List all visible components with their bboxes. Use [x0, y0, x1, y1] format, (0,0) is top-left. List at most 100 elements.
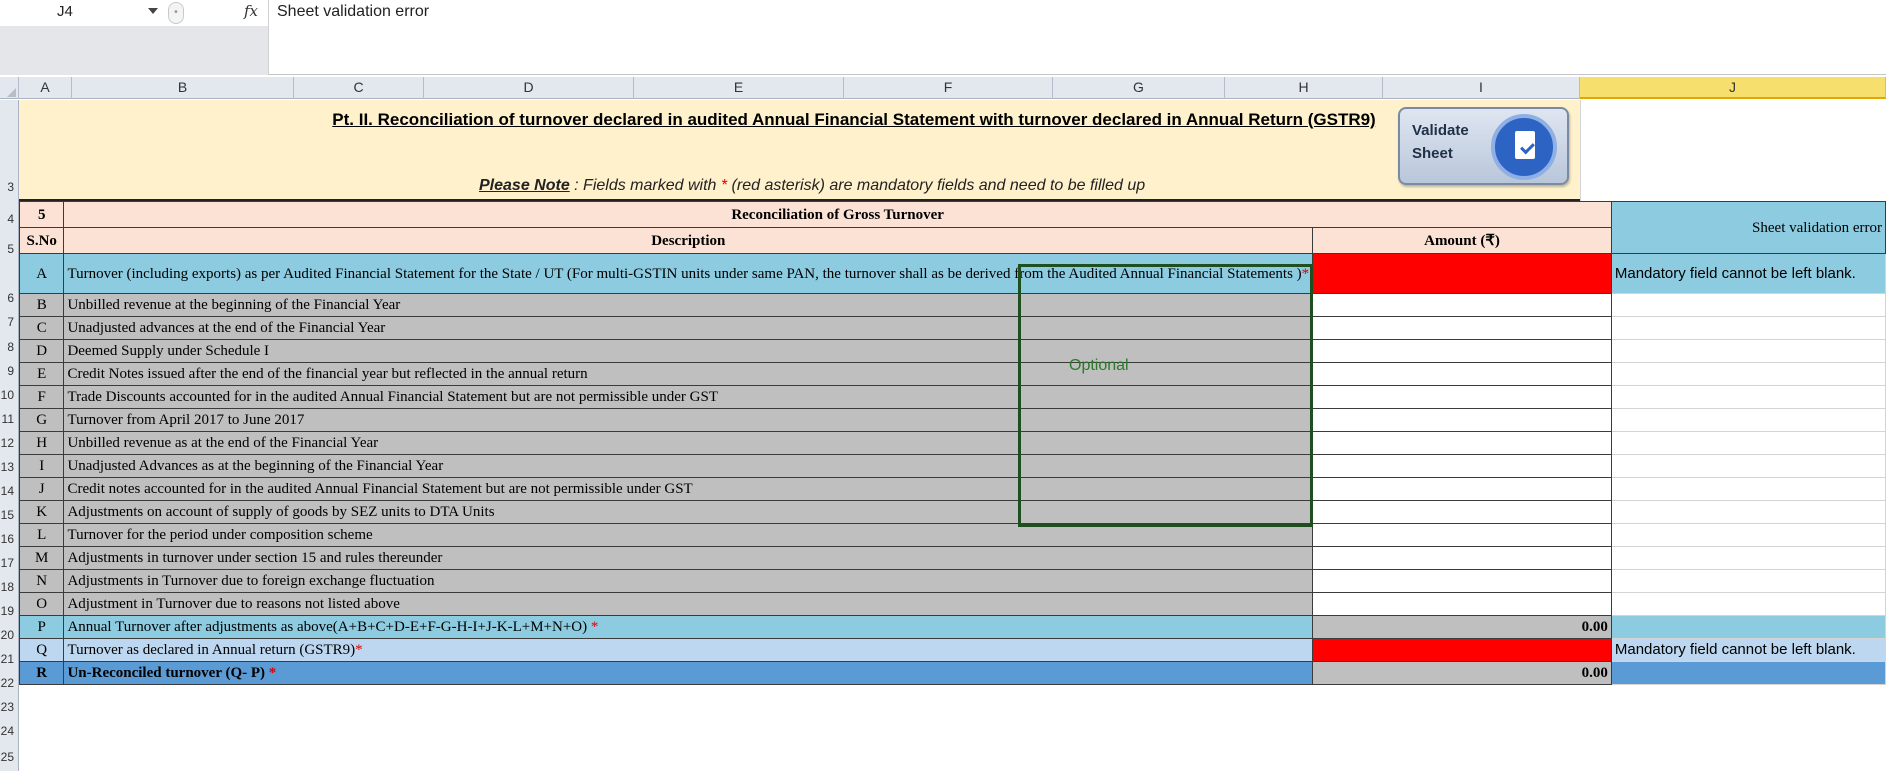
- formula-input[interactable]: Sheet validation error: [268, 0, 1886, 75]
- column-header-a[interactable]: A: [19, 77, 72, 99]
- error-message[interactable]: [1610, 569, 1886, 593]
- row-sno[interactable]: L: [19, 523, 65, 547]
- row-header[interactable]: 8: [0, 340, 18, 354]
- row-header[interactable]: 17: [0, 556, 18, 570]
- amount-cell[interactable]: [1312, 293, 1612, 317]
- row-sno[interactable]: B: [19, 293, 65, 317]
- row-header[interactable]: 20: [0, 628, 18, 642]
- row-description[interactable]: Adjustments in Turnover due to foreign e…: [63, 569, 1314, 593]
- row-sno[interactable]: G: [19, 408, 65, 432]
- function-icon[interactable]: fx: [244, 2, 258, 20]
- amount-cell[interactable]: [1312, 339, 1612, 363]
- row-header[interactable]: 13: [0, 460, 18, 474]
- row-header[interactable]: 15: [0, 508, 18, 522]
- section-title[interactable]: Reconciliation of Gross Turnover: [63, 201, 1612, 228]
- row-sno[interactable]: F: [19, 385, 65, 409]
- row-sno[interactable]: P: [19, 615, 65, 639]
- row-header[interactable]: 23: [0, 700, 18, 714]
- row-description[interactable]: Turnover for the period under compositio…: [63, 523, 1314, 547]
- amount-cell[interactable]: [1312, 454, 1612, 478]
- row-header[interactable]: 19: [0, 604, 18, 618]
- row-header[interactable]: 4: [0, 212, 18, 226]
- row-description[interactable]: Unbilled revenue as at the end of the Fi…: [63, 431, 1314, 455]
- row-header[interactable]: 9: [0, 364, 18, 378]
- error-message[interactable]: [1610, 339, 1886, 363]
- row-sno[interactable]: C: [19, 316, 65, 340]
- description-header[interactable]: Description: [63, 227, 1314, 254]
- blank-cell[interactable]: [1580, 100, 1886, 201]
- amount-cell[interactable]: [1312, 500, 1612, 524]
- row-description[interactable]: Adjustment in Turnover due to reasons no…: [63, 592, 1314, 616]
- column-header-e[interactable]: E: [634, 77, 844, 99]
- row-sno[interactable]: K: [19, 500, 65, 524]
- row-header[interactable]: 25: [0, 750, 18, 764]
- amount-cell[interactable]: [1312, 253, 1612, 294]
- amount-cell[interactable]: [1312, 638, 1612, 662]
- row-description[interactable]: Trade Discounts accounted for in the aud…: [63, 385, 1314, 409]
- error-message[interactable]: [1610, 431, 1886, 455]
- row-sno[interactable]: R: [19, 661, 65, 685]
- amount-cell[interactable]: [1312, 362, 1612, 386]
- error-message[interactable]: [1610, 316, 1886, 340]
- column-header-d[interactable]: D: [424, 77, 634, 99]
- row-header[interactable]: 3: [0, 180, 18, 194]
- row-header[interactable]: 12: [0, 436, 18, 450]
- row-description[interactable]: Turnover from April 2017 to June 2017: [63, 408, 1314, 432]
- row-sno[interactable]: O: [19, 592, 65, 616]
- row-description[interactable]: Unadjusted Advances as at the beginning …: [63, 454, 1314, 478]
- row-description[interactable]: Un-Reconciled turnover (Q- P) *: [63, 661, 1314, 685]
- row-description[interactable]: Adjustments on account of supply of good…: [63, 500, 1314, 524]
- column-header-i[interactable]: I: [1383, 77, 1580, 99]
- row-header[interactable]: 16: [0, 532, 18, 546]
- row-description[interactable]: Adjustments in turnover under section 15…: [63, 546, 1314, 570]
- row-sno[interactable]: D: [19, 339, 65, 363]
- row-sno[interactable]: A: [19, 253, 65, 294]
- row-header[interactable]: 22: [0, 676, 18, 690]
- amount-cell[interactable]: [1312, 523, 1612, 547]
- error-message[interactable]: [1610, 500, 1886, 524]
- column-header-j[interactable]: J: [1580, 77, 1886, 99]
- resize-grip-icon[interactable]: •: [168, 2, 184, 24]
- row-header[interactable]: 21: [0, 652, 18, 666]
- name-box[interactable]: J4: [0, 0, 168, 26]
- row-sno[interactable]: H: [19, 431, 65, 455]
- row-description[interactable]: Credit notes accounted for in the audite…: [63, 477, 1314, 501]
- chevron-down-icon[interactable]: [148, 8, 158, 14]
- amount-cell[interactable]: [1312, 316, 1612, 340]
- error-message[interactable]: [1610, 477, 1886, 501]
- amount-cell[interactable]: [1312, 431, 1612, 455]
- sno-header[interactable]: S.No: [19, 227, 65, 254]
- section-number[interactable]: 5: [19, 201, 65, 228]
- amount-cell[interactable]: [1312, 385, 1612, 409]
- select-all-button[interactable]: [0, 77, 19, 99]
- amount-cell[interactable]: [1312, 569, 1612, 593]
- error-message[interactable]: [1610, 615, 1886, 639]
- amount-cell[interactable]: [1312, 592, 1612, 616]
- row-header[interactable]: 5: [0, 242, 18, 256]
- amount-cell[interactable]: 0.00: [1312, 615, 1612, 639]
- error-message[interactable]: Mandatory field cannot be left blank.: [1610, 638, 1886, 662]
- row-sno[interactable]: I: [19, 454, 65, 478]
- row-description[interactable]: Annual Turnover after adjustments as abo…: [63, 615, 1314, 639]
- column-header-f[interactable]: F: [844, 77, 1053, 99]
- error-message[interactable]: [1610, 293, 1886, 317]
- row-sno[interactable]: M: [19, 546, 65, 570]
- row-header[interactable]: 6: [0, 291, 18, 305]
- row-header[interactable]: 7: [0, 315, 18, 329]
- row-header[interactable]: 18: [0, 580, 18, 594]
- row-header[interactable]: 10: [0, 388, 18, 402]
- error-message[interactable]: [1610, 661, 1886, 685]
- amount-header[interactable]: Amount (₹): [1312, 227, 1612, 254]
- error-message[interactable]: [1610, 523, 1886, 547]
- amount-cell[interactable]: 0.00: [1312, 661, 1612, 685]
- row-header[interactable]: 11: [0, 412, 18, 426]
- amount-cell[interactable]: [1312, 546, 1612, 570]
- row-header[interactable]: 14: [0, 484, 18, 498]
- row-sno[interactable]: N: [19, 569, 65, 593]
- amount-cell[interactable]: [1312, 477, 1612, 501]
- row-sno[interactable]: J: [19, 477, 65, 501]
- column-header-c[interactable]: C: [294, 77, 424, 99]
- row-description[interactable]: Unbilled revenue at the beginning of the…: [63, 293, 1314, 317]
- row-sno[interactable]: E: [19, 362, 65, 386]
- error-message[interactable]: [1610, 362, 1886, 386]
